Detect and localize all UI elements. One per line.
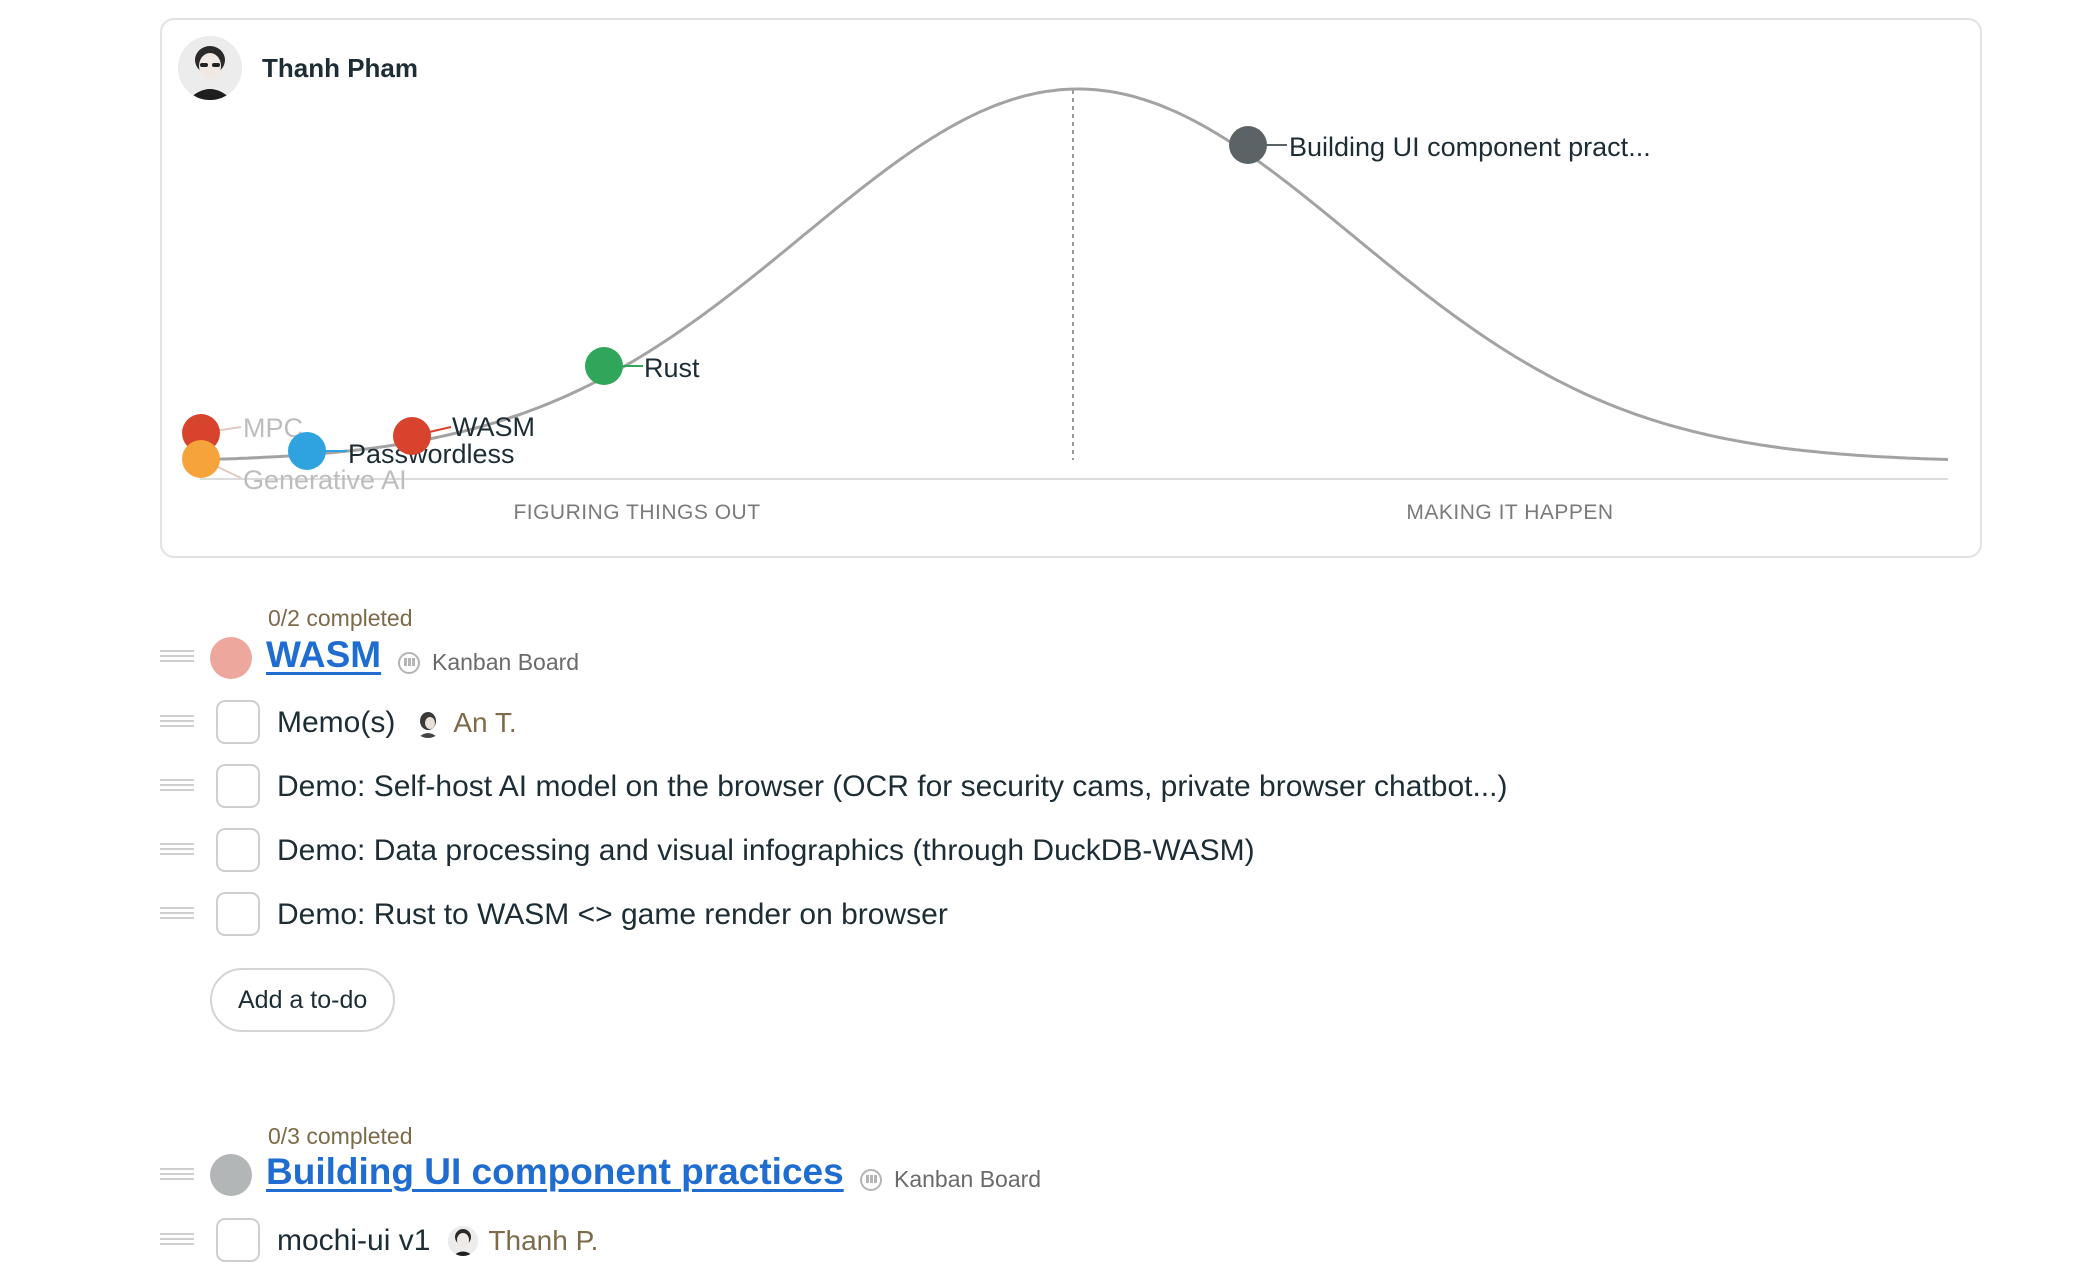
kanban-board-label: Kanban Board [894, 1166, 1042, 1192]
hill-point[interactable] [393, 417, 431, 455]
todo-item[interactable]: mochi-ui v1 Thanh P. [277, 1220, 598, 1262]
todo-assignee[interactable]: Thanh P. [448, 1225, 598, 1257]
group-title-link[interactable]: WASM [266, 634, 381, 676]
todo-text: Memo(s) [277, 706, 396, 739]
drag-handle[interactable] [160, 1233, 194, 1245]
todo-text: mochi-ui v1 [277, 1224, 431, 1257]
todo-item[interactable]: Memo(s) An T. [277, 702, 517, 744]
todo-checkbox[interactable] [216, 1218, 260, 1262]
drag-handle[interactable] [160, 715, 194, 727]
hill-point[interactable] [1229, 126, 1267, 164]
hill-point[interactable] [585, 347, 623, 385]
todo-text: Demo: Self-host AI model on the browser … [277, 770, 1508, 803]
drag-handle[interactable] [160, 843, 194, 855]
assignee-name: Thanh P. [488, 1225, 599, 1256]
kanban-board-link[interactable]: Kanban Board [860, 1166, 1041, 1193]
todo-item[interactable]: Demo: Data processing and visual infogra… [277, 830, 1255, 872]
hill-point-label: Building UI component pract... [1289, 132, 1651, 162]
kanban-board-icon [860, 1168, 882, 1191]
drag-handle[interactable] [160, 907, 194, 919]
hill-chart: MPCGenerative AIPasswordlessWASMRustBuil… [182, 87, 1949, 524]
drag-handle[interactable] [160, 650, 194, 662]
drag-handle[interactable] [160, 1168, 194, 1180]
kanban-board-label: Kanban Board [432, 649, 580, 675]
group-title-link[interactable]: Building UI component practices [266, 1151, 844, 1193]
hill-point-label: Generative AI [243, 465, 407, 495]
todo-checkbox[interactable] [216, 828, 260, 872]
phase-label-right: MAKING IT HAPPEN [1406, 501, 1613, 524]
todo-checkbox[interactable] [216, 700, 260, 744]
todo-item[interactable]: Demo: Rust to WASM <> game render on bro… [277, 894, 948, 936]
phase-label-left: FIGURING THINGS OUT [513, 501, 760, 524]
todo-checkbox[interactable] [216, 892, 260, 936]
assignee-name: An T. [453, 707, 517, 738]
add-todo-button[interactable]: Add a to-do [210, 968, 396, 1032]
drag-handle[interactable] [160, 779, 194, 791]
todo-item[interactable]: Demo: Self-host AI model on the browser … [277, 766, 1507, 808]
hill-point[interactable] [288, 432, 326, 470]
kanban-board-link[interactable]: Kanban Board [398, 649, 579, 676]
hill-point[interactable] [182, 440, 220, 478]
hill-point-label: Rust [644, 353, 700, 383]
todo-text: Demo: Data processing and visual infogra… [277, 834, 1255, 867]
assignee-avatar [413, 708, 444, 738]
group-color-dot [210, 1154, 252, 1196]
hill-point-label: WASM [452, 412, 535, 442]
todo-assignee[interactable]: An T. [413, 707, 517, 739]
group-color-dot [210, 637, 252, 679]
hill-point-label: Passwordless [348, 439, 515, 469]
kanban-board-icon [398, 651, 420, 674]
group-progress: 0/2 completed [268, 605, 413, 631]
assignee-avatar [448, 1226, 479, 1256]
todo-text: Demo: Rust to WASM <> game render on bro… [277, 898, 948, 931]
group-progress: 0/3 completed [268, 1123, 413, 1149]
todo-checkbox[interactable] [216, 764, 260, 808]
